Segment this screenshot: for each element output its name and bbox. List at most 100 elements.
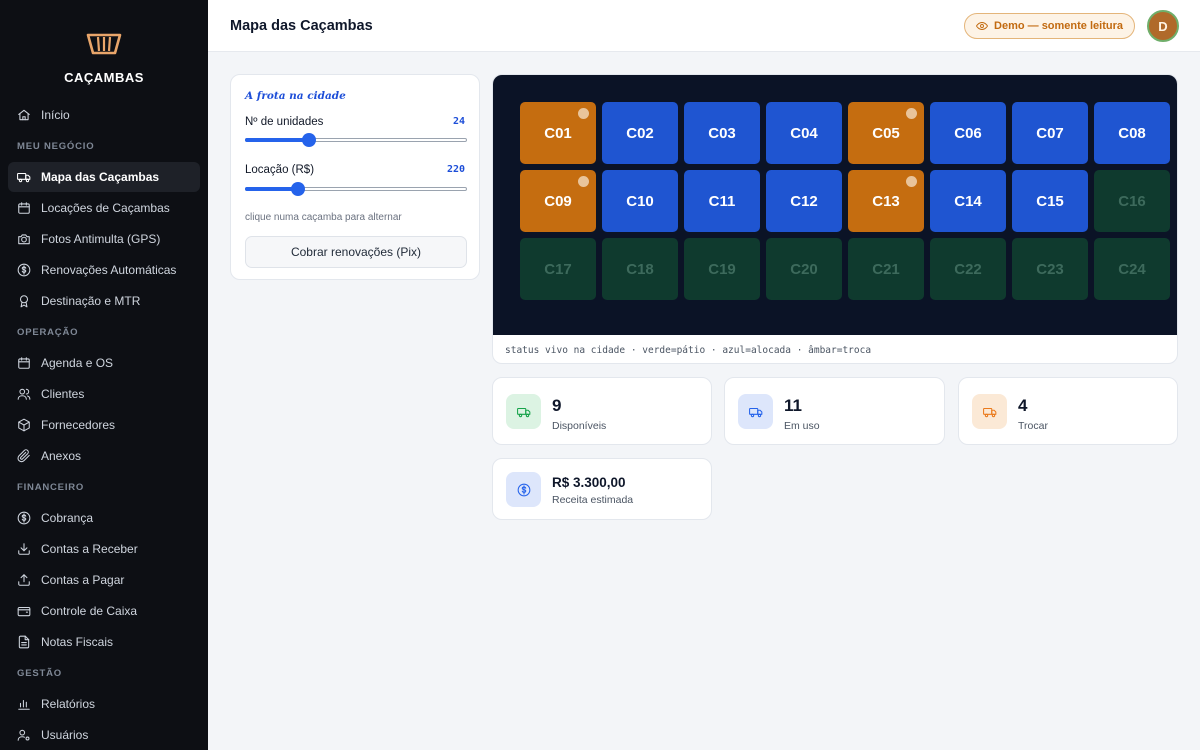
sidebar-item-fotos-antimulta-gps[interactable]: Fotos Antimulta (GPS) (8, 224, 200, 254)
dumpster-cell[interactable]: C14 (930, 170, 1006, 232)
dumpster-cell[interactable]: C22 (930, 238, 1006, 300)
dumpster-cell[interactable]: C23 (1012, 238, 1088, 300)
sidebar-item-anexos[interactable]: Anexos (8, 441, 200, 471)
stat-card-in-use: 11 Em uso (724, 377, 945, 445)
sidebar-section-heading: FINANCEIRO (17, 482, 85, 493)
sidebar-item-contas-a-receber[interactable]: Contas a Receber (8, 534, 200, 564)
dumpster-cell[interactable]: C09 (520, 170, 596, 232)
sidebar-item-notas-fiscais[interactable]: Notas Fiscais (8, 627, 200, 657)
dumpster-cell[interactable]: C20 (766, 238, 842, 300)
panel-title: A frota na cidade (245, 90, 346, 102)
sidebar-item-label: Mapa das Caçambas (41, 170, 160, 184)
sidebar-item-usuarios[interactable]: Usuários (8, 720, 200, 750)
rent-slider[interactable] (245, 182, 467, 196)
dumpster-id: C02 (626, 124, 654, 142)
dumpster-cell[interactable]: C02 (602, 102, 678, 164)
dumpster-cell[interactable]: C11 (684, 170, 760, 232)
sidebar-item-contas-a-pagar[interactable]: Contas a Pagar (8, 565, 200, 595)
dumpster-id: C12 (790, 192, 818, 210)
demo-read-only-badge: Demo — somente leitura (964, 13, 1135, 39)
sidebar-item-agenda-e-os[interactable]: Agenda e OS (8, 348, 200, 378)
dumpster-id: C14 (954, 192, 982, 210)
dollar-circle-icon (17, 263, 31, 277)
fleet-controls-panel: A frota na cidade Nº de unidades 24 Loca… (230, 74, 480, 280)
dumpster-id: C07 (1036, 124, 1064, 142)
calendar-icon (17, 201, 31, 215)
map-canvas: C01 C02 C03 C04 C05 C06 C07 C08 C09 C10 C11 C12 C13 C… (493, 75, 1177, 335)
sidebar-item-label: Clientes (41, 387, 85, 401)
dumpster-cell[interactable]: C05 (848, 102, 924, 164)
dumpster-cell[interactable]: C10 (602, 170, 678, 232)
sidebar-item-cobranca[interactable]: Cobrança (8, 503, 200, 533)
dumpster-id: C15 (1036, 192, 1064, 210)
sidebar-item-clientes[interactable]: Clientes (8, 379, 200, 409)
download-icon (17, 542, 31, 556)
dumpster-cell[interactable]: C17 (520, 238, 596, 300)
stat-value: 9 (552, 396, 562, 415)
dumpster-cell[interactable]: C03 (684, 102, 760, 164)
swap-indicator-dot (578, 108, 589, 119)
dumpster-cell[interactable]: C18 (602, 238, 678, 300)
slider-thumb[interactable] (302, 133, 317, 147)
file-icon (17, 635, 31, 649)
dumpster-id: C06 (954, 124, 982, 142)
brand-name: CAÇAMBAS (64, 70, 144, 85)
bar-chart-icon (17, 697, 31, 711)
slider-thumb[interactable] (291, 182, 306, 196)
stat-value: R$ 3.300,00 (552, 475, 626, 490)
units-slider[interactable] (245, 133, 467, 147)
dumpster-id: C19 (708, 260, 736, 278)
map-legend-caption: status vivo na cidade · verde=pátio · az… (505, 345, 872, 356)
dumpster-id: C09 (544, 192, 572, 210)
sidebar-item-label: Locações de Caçambas (41, 201, 170, 215)
sidebar-item-locacoes-de-cacambas[interactable]: Locações de Caçambas (8, 193, 200, 223)
stat-icon-box (972, 394, 1007, 429)
truck-icon (516, 407, 530, 417)
dumpster-id: C13 (872, 192, 900, 210)
dumpster-cell[interactable]: C06 (930, 102, 1006, 164)
sidebar-item-destinacao-e-mtr[interactable]: Destinação e MTR (8, 286, 200, 316)
dumpster-cell[interactable]: C15 (1012, 170, 1088, 232)
dollar-circle-icon (517, 483, 530, 496)
sidebar-item-label: Destinação e MTR (41, 294, 141, 308)
dumpster-cell[interactable]: C21 (848, 238, 924, 300)
sidebar-item-label: Usuários (41, 728, 89, 742)
eye-icon (976, 22, 989, 30)
sidebar-item-controle-de-caixa[interactable]: Controle de Caixa (8, 596, 200, 626)
sidebar-item-label: Contas a Receber (41, 542, 138, 556)
dumpster-cell[interactable]: C01 (520, 102, 596, 164)
stat-icon-box (738, 394, 773, 429)
dumpster-id: C03 (708, 124, 736, 142)
user-avatar[interactable]: D (1147, 10, 1179, 42)
dumpster-logo-icon (86, 33, 122, 55)
dumpster-cell[interactable]: C12 (766, 170, 842, 232)
sidebar-item-label: Renovações Automáticas (41, 263, 177, 277)
slider-fill (245, 187, 299, 191)
dumpster-cell[interactable]: C07 (1012, 102, 1088, 164)
dumpster-id: C08 (1118, 124, 1146, 142)
dumpster-id: C17 (544, 260, 572, 278)
slider-fill (245, 138, 310, 142)
stat-card-revenue: R$ 3.300,00 Receita estimada (492, 458, 712, 520)
sidebar-section-heading: MEU NEGÓCIO (17, 141, 95, 152)
sidebar-item-inicio[interactable]: Início (8, 100, 200, 130)
swap-indicator-dot (906, 108, 917, 119)
dumpster-id: C05 (872, 124, 900, 142)
sidebar-section-heading: GESTÃO (17, 668, 62, 679)
sidebar-item-label: Início (41, 108, 70, 122)
sidebar-item-fornecedores[interactable]: Fornecedores (8, 410, 200, 440)
sidebar-item-relatorios[interactable]: Relatórios (8, 689, 200, 719)
charge-renewals-pix-button[interactable]: Cobrar renovações (Pix) (245, 236, 467, 268)
sidebar-item-label: Notas Fiscais (41, 635, 114, 649)
sidebar-item-renovacoes-automaticas[interactable]: Renovações Automáticas (8, 255, 200, 285)
units-label: Nº de unidades (245, 116, 324, 128)
dumpster-cell[interactable]: C16 (1094, 170, 1170, 232)
dumpster-cell[interactable]: C13 (848, 170, 924, 232)
dumpster-cell[interactable]: C24 (1094, 238, 1170, 300)
dumpster-cell[interactable]: C19 (684, 238, 760, 300)
sidebar-item-label: Fotos Antimulta (GPS) (41, 232, 161, 246)
dumpster-cell[interactable]: C04 (766, 102, 842, 164)
dumpster-id: C01 (544, 124, 572, 142)
dumpster-cell[interactable]: C08 (1094, 102, 1170, 164)
sidebar-item-mapa-das-cacambas[interactable]: Mapa das Caçambas (8, 162, 200, 192)
